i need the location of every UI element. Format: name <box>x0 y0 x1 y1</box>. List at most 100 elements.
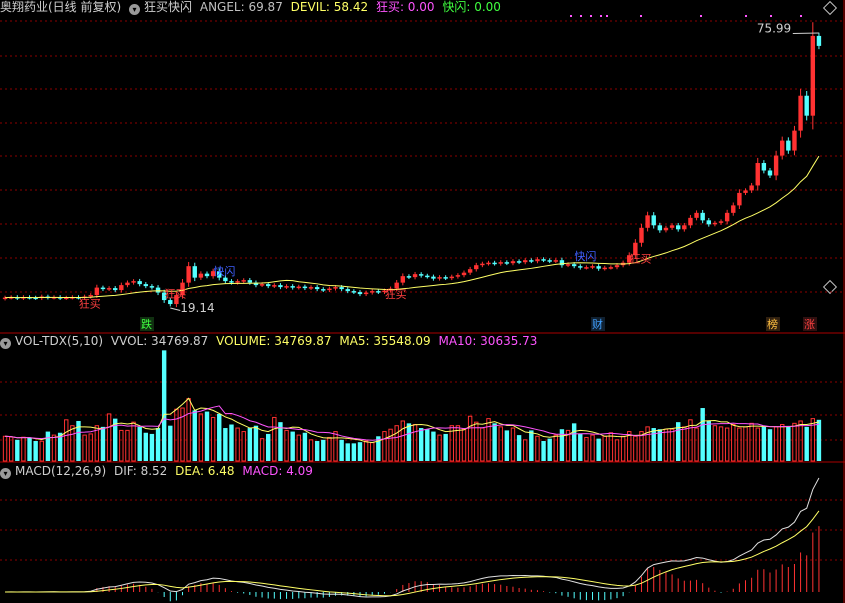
volume-bar <box>327 436 332 462</box>
volume-bar <box>290 431 295 461</box>
volume-bar <box>247 428 253 461</box>
volume-bar <box>21 436 26 462</box>
candle-body <box>461 272 467 276</box>
volume-bar <box>700 408 705 461</box>
volume-bar <box>712 425 718 462</box>
volume-bar <box>351 443 357 461</box>
candle-body <box>657 225 663 231</box>
volume-bar <box>106 413 112 462</box>
signal-dot <box>590 15 592 17</box>
volume-bar <box>357 442 363 461</box>
volume-bar <box>755 427 760 462</box>
volume-bar <box>498 426 503 462</box>
volume-bar <box>149 433 155 461</box>
volume-bar <box>694 427 699 462</box>
volume-bar <box>480 427 485 462</box>
high-price-label: 75.99 <box>757 21 791 35</box>
volume-bar <box>131 421 136 462</box>
volume-ma10-line <box>5 405 820 441</box>
volume-bar <box>296 434 301 462</box>
volume-bar <box>425 429 430 461</box>
candle-body <box>131 281 136 283</box>
candle-body <box>608 267 614 269</box>
signal-label: 狂买 <box>164 288 186 301</box>
candle-body <box>265 284 271 287</box>
candle-body <box>700 212 705 221</box>
candle-body <box>284 286 289 288</box>
candle-body <box>718 221 724 223</box>
volume-bar <box>431 431 436 461</box>
volume-bar <box>186 398 191 462</box>
volume-bar <box>590 434 595 462</box>
candle-body <box>645 215 650 228</box>
candle-body <box>596 266 601 269</box>
candle-body <box>376 291 381 293</box>
volume-bar <box>706 420 711 461</box>
candle-body <box>431 276 436 279</box>
event-badge: 涨 <box>804 318 815 331</box>
candle-body <box>149 286 155 288</box>
candle-body <box>578 266 583 268</box>
volume-bar <box>82 434 87 462</box>
volume-bar <box>718 426 724 462</box>
volume-bar <box>88 433 93 462</box>
candle-body <box>682 225 687 230</box>
volume-bar <box>792 422 797 462</box>
signal-dot <box>570 15 572 17</box>
volume-bar <box>198 413 204 462</box>
volume-bar <box>786 426 791 461</box>
volume-ma5-line <box>5 397 820 444</box>
candle-body <box>443 277 448 279</box>
candle-body <box>278 285 283 288</box>
low-price-pointer <box>170 307 181 312</box>
candle-body <box>743 190 748 193</box>
volume-bar <box>210 416 216 462</box>
candle-body <box>241 280 246 282</box>
signal-dot <box>745 15 747 17</box>
candle-body <box>480 263 485 266</box>
candle-body <box>590 266 595 268</box>
candle-body <box>675 225 681 230</box>
volume-bar <box>510 427 516 462</box>
volume-bar <box>388 428 393 462</box>
volume-bar <box>155 428 161 461</box>
candle-body <box>663 227 669 231</box>
volume-bar <box>406 423 412 461</box>
event-badge: 榜 <box>767 317 778 331</box>
volume-bar <box>467 415 473 462</box>
volume-bar <box>284 429 289 462</box>
candle-body <box>553 260 559 262</box>
candle-body <box>467 269 473 273</box>
candle-body <box>321 289 326 291</box>
volume-bar <box>767 429 773 461</box>
signal-dot <box>606 15 608 17</box>
volume-bar <box>418 428 424 461</box>
candle-body <box>731 205 736 213</box>
volume-bar <box>174 408 179 462</box>
candle-body <box>669 225 675 228</box>
candle-body <box>602 267 607 270</box>
volume-bar <box>596 438 601 461</box>
candle-body <box>541 259 546 261</box>
volume-bar <box>492 423 497 461</box>
volume-bar <box>265 433 271 461</box>
candle-body <box>523 260 528 263</box>
volume-bar <box>27 437 32 461</box>
volume-bar <box>780 424 785 462</box>
candle-body <box>786 140 791 151</box>
candle-body <box>565 264 571 266</box>
signal-label: 快闪 <box>213 264 235 278</box>
candle-body <box>308 287 314 289</box>
candle-body <box>761 163 767 171</box>
volume-bar <box>608 432 614 462</box>
event-badge: 跌 <box>141 317 152 331</box>
volume-bar <box>70 425 75 462</box>
candle-body <box>510 261 516 264</box>
stock-chart[interactable]: 75.9919.14狂买狂买快闪狂买快闪 狂买跌财榜涨 <box>0 0 845 603</box>
candle-body <box>94 287 100 296</box>
volume-bar <box>663 428 669 462</box>
volume-bar <box>253 425 259 461</box>
candle-body <box>223 277 228 282</box>
volume-bar <box>321 439 326 461</box>
candle-body <box>547 260 552 262</box>
